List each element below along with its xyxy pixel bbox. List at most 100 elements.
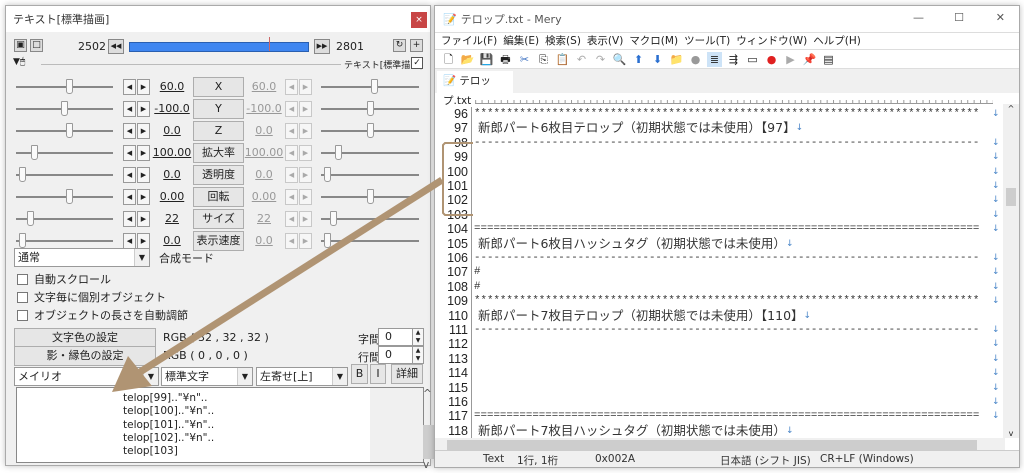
close-button[interactable]: × [411,12,427,28]
save-icon[interactable]: 💾 [479,52,494,67]
collapse-mouse-icon[interactable]: ▼🖱 [13,57,25,67]
refresh-icon[interactable]: ↻ [393,39,406,52]
per-char-object-checkbox[interactable]: 文字毎に個別オブジェクト [17,289,166,305]
menu-item[interactable]: 表示(V) [587,33,623,49]
param-button[interactable]: 表示速度 [193,231,244,251]
text-scrollbar[interactable]: ^ v [370,388,476,471]
param-value-start[interactable]: 60.0 [152,80,192,93]
split-icon[interactable]: ▤ [821,52,836,67]
frame-icon[interactable]: □ [30,39,43,52]
new-file-icon[interactable]: 🗋 [441,52,456,67]
minimize-button[interactable]: — [913,11,924,24]
param-value-start[interactable]: 0.0 [152,124,192,137]
blend-mode-select[interactable]: 通常 ▼ [14,248,150,267]
menu-item[interactable]: ヘルプ(H) [813,33,861,49]
param-value-end[interactable]: 0.0 [244,168,284,181]
line-numbers-icon[interactable]: ≣ [707,51,722,67]
slider-thumb[interactable] [323,233,331,248]
param-slider-end[interactable] [321,123,419,139]
timeline-bar[interactable] [129,37,309,52]
slider-thumb[interactable] [65,79,73,94]
param-step-start[interactable]: ◀ ▶ [123,189,150,205]
redo-icon[interactable]: ↷ [593,52,608,67]
param-step-start[interactable]: ◀ ▶ [123,211,150,227]
slider-thumb[interactable] [366,101,374,116]
param-value-end[interactable]: 100.00 [244,146,284,159]
param-step-end[interactable]: ◀ ▶ [285,145,312,161]
param-value-start[interactable]: 0.00 [152,190,192,203]
wrap-icon[interactable]: ⇶ [726,52,741,67]
slider-thumb[interactable] [65,123,73,138]
param-step-end[interactable]: ◀ ▶ [285,123,312,139]
editor-vertical-scrollbar[interactable]: ^ v [1003,104,1019,438]
scene-icon[interactable]: ▣ [14,39,27,52]
slider-thumb[interactable] [366,123,374,138]
param-value-end[interactable]: 60.0 [244,80,284,93]
slider-thumb[interactable] [26,211,34,226]
add-icon[interactable]: + [410,39,423,52]
param-slider-end[interactable] [321,189,419,205]
copy-icon[interactable]: ⎘ [536,52,551,67]
param-step-start[interactable]: ◀ ▶ [123,145,150,161]
next-keyframe-button[interactable]: ▶▶ [314,39,330,54]
paste-icon[interactable]: 📋 [555,52,570,67]
param-slider-end[interactable] [321,79,419,95]
slider-thumb[interactable] [330,211,338,226]
param-slider-end[interactable] [321,167,419,183]
slider-thumb[interactable] [323,167,331,182]
param-button[interactable]: 透明度 [193,165,244,185]
menu-item[interactable]: ファイル(F) [441,33,497,49]
text-editor[interactable]: 96 **************************************… [435,104,1005,438]
slider-thumb[interactable] [65,189,73,204]
param-step-start[interactable]: ◀ ▶ [123,101,150,117]
font-select[interactable]: メイリオ ▼ [14,367,159,386]
menu-item[interactable]: ウィンドウ(W) [736,33,807,49]
find-in-files-icon[interactable]: 📁 [669,52,684,67]
param-value-end[interactable]: -100.0 [244,102,284,115]
param-value-start[interactable]: 22 [152,212,192,225]
param-step-end[interactable]: ◀ ▶ [285,79,312,95]
param-slider-end[interactable] [321,233,419,249]
param-button[interactable]: 拡大率 [193,143,244,163]
slider-thumb[interactable] [366,189,374,204]
menu-item[interactable]: 検索(S) [545,33,581,49]
param-slider-end[interactable] [321,145,419,161]
param-slider-start[interactable] [16,167,113,183]
print-icon[interactable]: 🖶 [498,52,513,67]
char-spacing-input[interactable]: 0 [378,328,416,346]
text-color-button[interactable]: 文字色の設定 [14,328,156,348]
param-step-start[interactable]: ◀ ▶ [123,123,150,139]
menu-item[interactable]: 編集(E) [503,33,539,49]
status-encoding[interactable]: 日本語 (シフト JIS) [720,453,811,468]
param-slider-start[interactable] [16,233,113,249]
slider-thumb[interactable] [334,145,342,160]
param-slider-start[interactable] [16,189,113,205]
line-spacing-spinner[interactable]: ▲ ▼ [412,346,424,364]
window-close-button[interactable]: ✕ [996,11,1005,24]
param-value-start[interactable]: 0.0 [152,234,192,247]
clear-highlight-icon[interactable]: ● [688,52,703,67]
line-spacing-input[interactable]: 0 [378,346,416,364]
pin-icon[interactable]: 📌 [802,52,817,67]
status-line-ending[interactable]: CR+LF (Windows) [820,453,914,465]
slider-thumb[interactable] [18,233,26,248]
bold-button[interactable]: B [351,364,368,384]
shadow-color-button[interactable]: 影・縁色の設定 [14,346,156,366]
prev-keyframe-button[interactable]: ◀◀ [108,39,124,54]
find-next-icon[interactable]: ⬇ [650,52,665,67]
param-step-start[interactable]: ◀ ▶ [123,233,150,249]
slider-thumb[interactable] [371,79,379,94]
param-step-end[interactable]: ◀ ▶ [285,233,312,249]
auto-scroll-checkbox[interactable]: 自動スクロール [17,271,111,287]
param-value-start[interactable]: -100.0 [152,102,192,115]
param-button[interactable]: サイズ [193,209,244,229]
slider-thumb[interactable] [61,101,68,116]
char-spacing-spinner[interactable]: ▲ ▼ [412,328,424,346]
undo-icon[interactable]: ↶ [574,52,589,67]
find-icon[interactable]: 🔍 [612,52,627,67]
param-slider-start[interactable] [16,145,113,161]
param-slider-end[interactable] [321,211,419,227]
param-slider-start[interactable] [16,123,113,139]
window-icon[interactable]: ▭ [745,52,760,67]
param-value-end[interactable]: 0.0 [244,234,284,247]
